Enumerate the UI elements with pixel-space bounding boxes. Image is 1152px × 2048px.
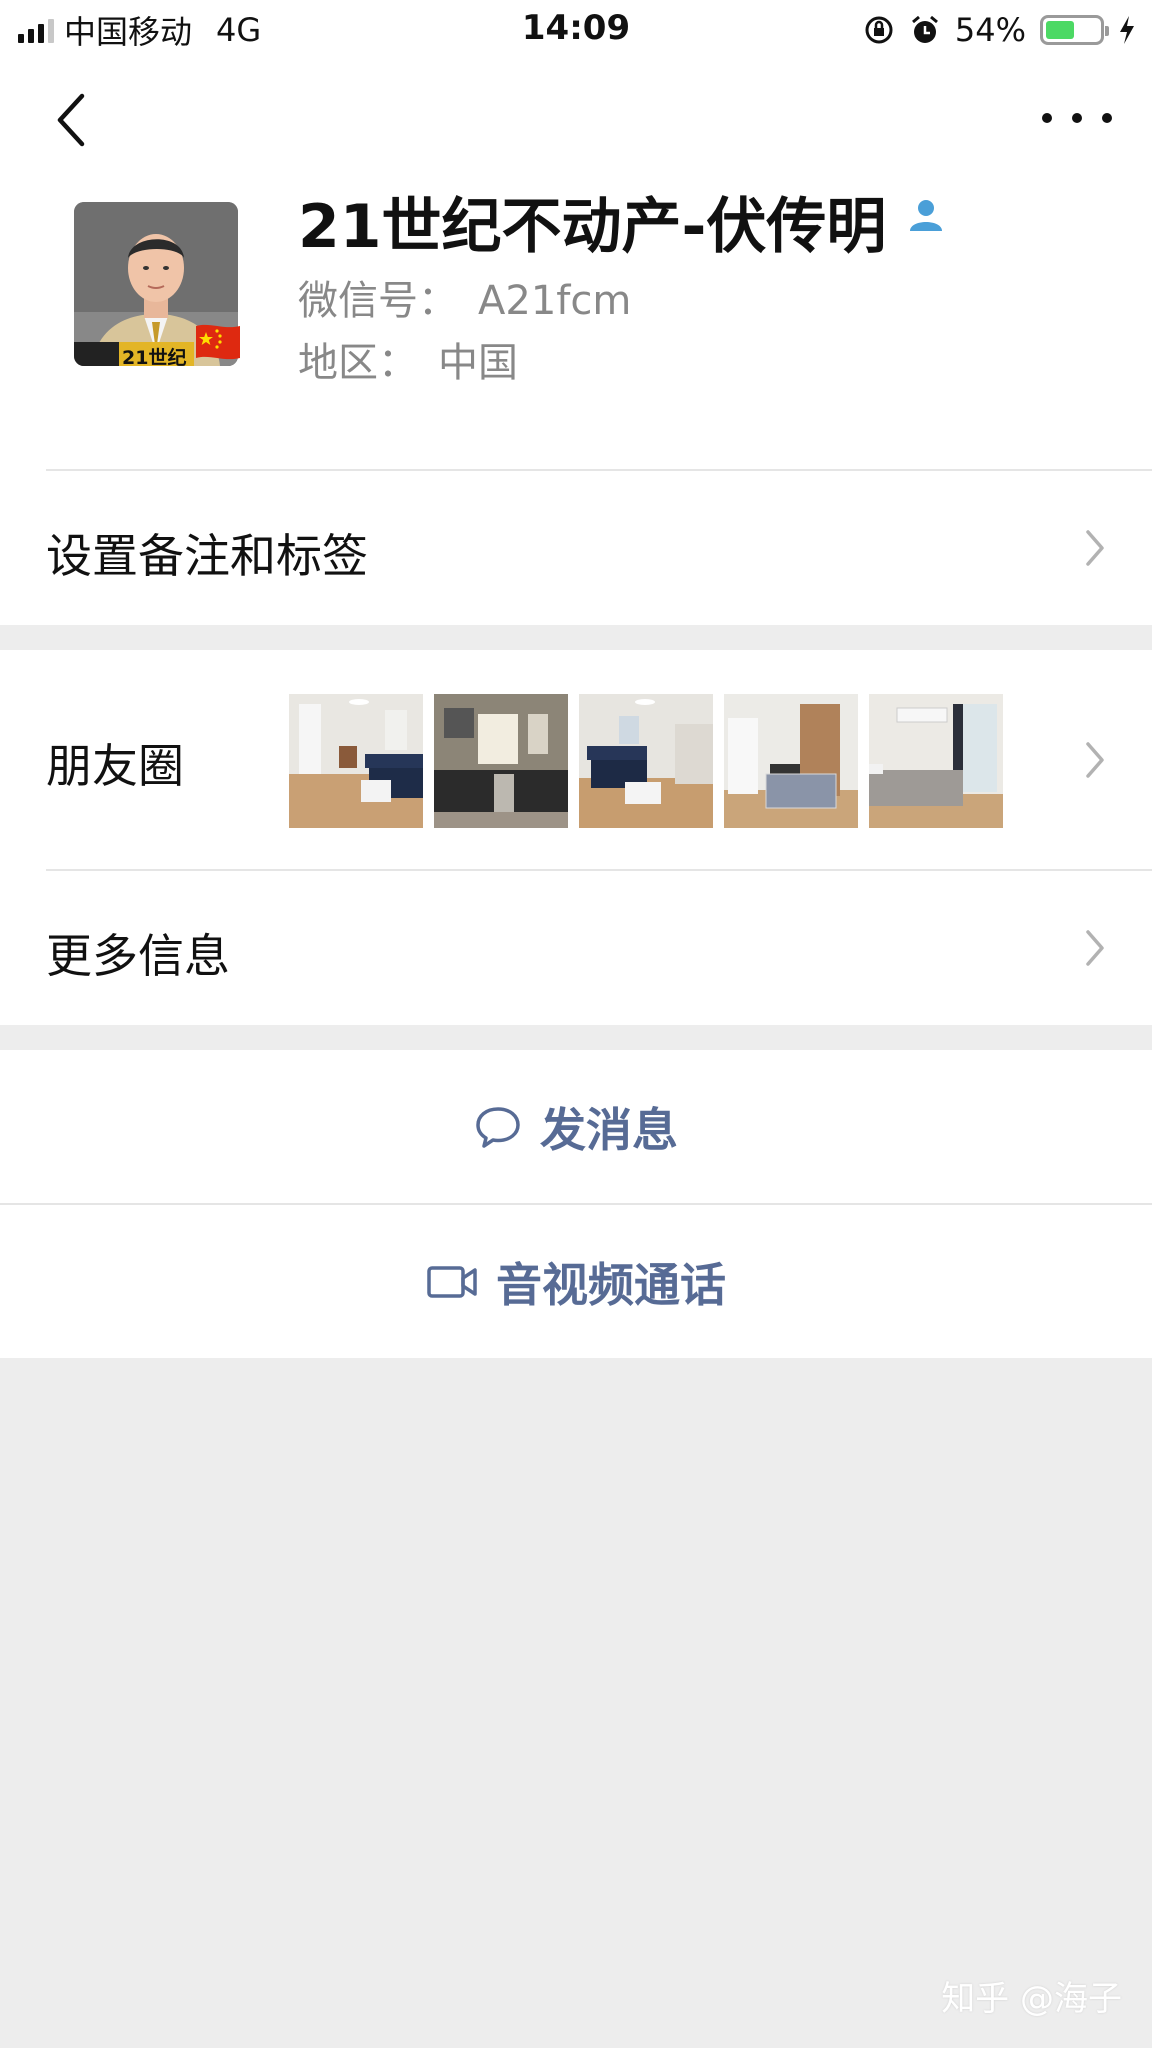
status-bar: 中国移动 4G 14:09 54% — [0, 0, 1152, 60]
dot-icon — [1042, 113, 1052, 123]
battery-icon — [1040, 15, 1109, 45]
chevron-right-icon — [1086, 930, 1104, 966]
more-options-button[interactable] — [1042, 100, 1112, 136]
wechat-id-value: A21fcm — [478, 278, 632, 324]
moments-photo-5[interactable] — [869, 694, 1003, 828]
contact-name: 21世纪不动产-伏传明 — [298, 192, 887, 262]
region-label: 地区： — [298, 340, 418, 386]
avatar-badge-text: 21世纪 — [122, 347, 187, 366]
send-message-label: 发消息 — [540, 1102, 678, 1157]
battery-percent: 54% — [954, 11, 1026, 49]
back-button[interactable] — [44, 90, 104, 150]
video-call-label: 音视频通话 — [496, 1257, 726, 1312]
video-call-button[interactable]: 音视频通话 — [0, 1205, 1152, 1358]
remark-row[interactable] — [0, 470, 1152, 625]
send-message-button[interactable]: 发消息 — [0, 1050, 1152, 1203]
battery-fill — [1046, 21, 1074, 39]
moments-photo-3[interactable] — [579, 694, 713, 828]
moments-photo-4[interactable] — [724, 694, 858, 828]
profile-header: 21世纪 21世纪不动产-伏传明 微信号： A21fcm 地区： 中国 设置备注和标… — [0, 60, 1152, 625]
wechat-id-label: 微信号： — [298, 278, 458, 324]
more-info-label: 更多信息 — [46, 929, 230, 983]
orientation-lock-icon — [865, 16, 893, 44]
person-icon — [910, 200, 942, 231]
china-flag-icon — [196, 324, 240, 360]
watermark: 知乎 @海子 — [941, 1979, 1122, 2019]
region-value: 中国 — [438, 340, 518, 386]
chat-bubble-icon — [476, 1106, 520, 1148]
status-right: 54% — [863, 8, 1136, 52]
charging-icon — [1120, 16, 1134, 44]
more-info-row[interactable]: 更多信息 — [0, 870, 1152, 1025]
moments-photo-1[interactable] — [289, 694, 423, 828]
moments-row[interactable]: 朋友圈 — [0, 650, 1152, 870]
region-line: 地区： 中国 — [298, 330, 518, 388]
divider — [0, 1203, 1152, 1205]
alarm-icon — [911, 15, 938, 43]
dot-icon — [1072, 113, 1082, 123]
moments-photo-2[interactable] — [434, 694, 568, 828]
contact-profile-page: 中国移动 4G 14:09 54% 21世纪 21世纪不动产-伏传明 微信号： … — [0, 0, 1152, 2048]
dot-icon — [1102, 113, 1112, 123]
wechat-id-line: 微信号： A21fcm — [298, 268, 631, 326]
moments-label: 朋友圈 — [46, 739, 184, 793]
chevron-right-icon — [1086, 742, 1104, 778]
video-camera-icon — [427, 1265, 477, 1298]
moments-thumbnails — [289, 694, 1003, 828]
divider — [46, 869, 1152, 871]
